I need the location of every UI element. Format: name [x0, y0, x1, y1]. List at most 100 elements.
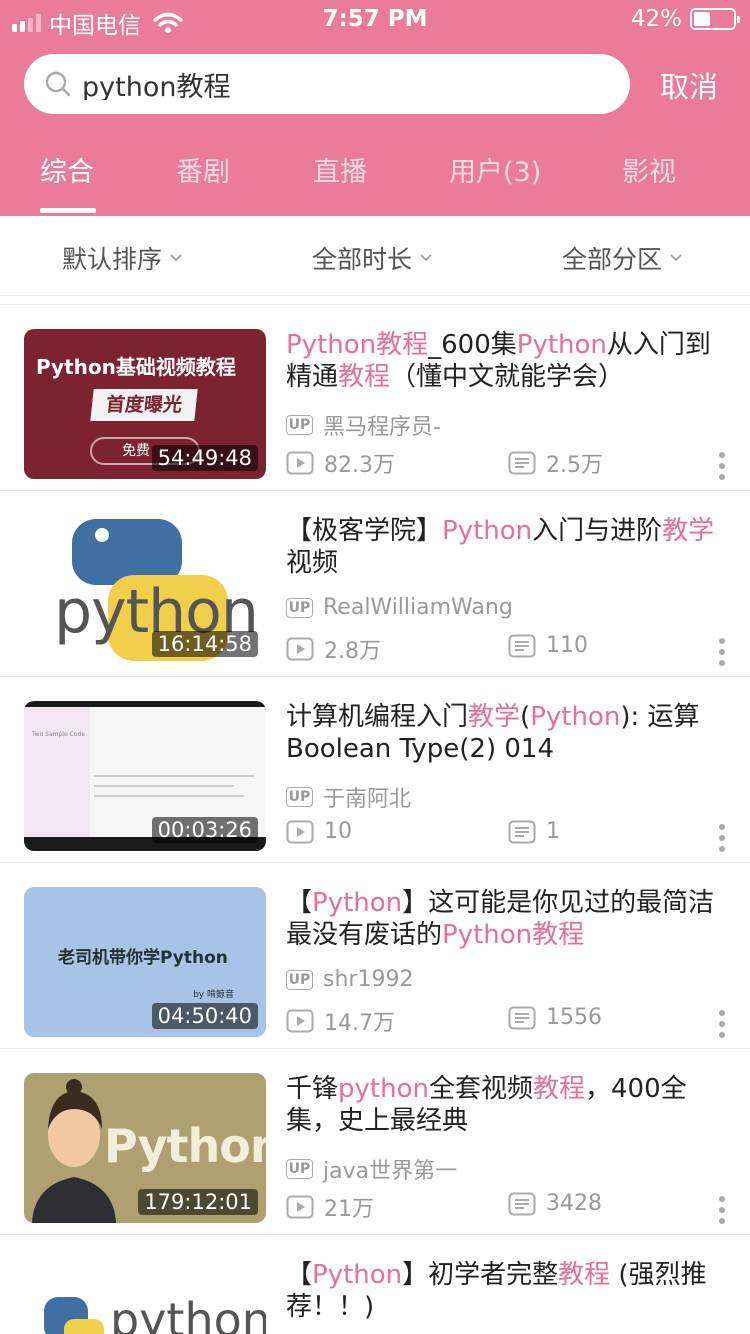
filter-bar: 默认排序 全部时长 全部分区	[0, 216, 750, 296]
video-title: 千锋python全套视频教程，400全集，史上最经典	[286, 1073, 726, 1137]
play-count: 10	[286, 819, 352, 844]
play-count: 82.3万	[286, 447, 395, 479]
cancel-button[interactable]: 取消	[660, 64, 718, 106]
title-text: 全套视频	[428, 1074, 533, 1104]
play-icon	[286, 1009, 314, 1033]
video-result-row[interactable]: Python基础视频教程 首度曝光 免费 54:49:48 Python教程_6…	[0, 305, 750, 491]
uploader-row[interactable]: UP shr1992	[286, 967, 413, 992]
video-thumbnail[interactable]: python 16:14:58	[24, 515, 266, 665]
video-result-row[interactable]: python 16:14:58 【极客学院】Python入门与进阶教学视频 UP…	[0, 491, 750, 677]
thumbnail-text: Python基础视频教程	[36, 355, 236, 379]
thumbnail-line	[94, 795, 244, 797]
more-options-icon[interactable]	[718, 1195, 726, 1225]
video-result-row[interactable]: Two Sample Code 00:03:26 计算机编程入门教学(Pytho…	[0, 677, 750, 863]
video-thumbnail[interactable]: python	[24, 1259, 266, 1334]
status-bar: 中国电信 7:57 PM 42%	[0, 0, 750, 40]
title-keyword-highlight: Python	[530, 702, 621, 732]
video-duration: 04:50:40	[151, 1003, 258, 1029]
title-text: 【	[286, 1260, 313, 1290]
sort-filter-label: 默认排序	[62, 245, 163, 274]
play-count-value: 10	[324, 819, 352, 844]
video-result-row[interactable]: Python 179:12:01 千锋python全套视频教程，400全集，史上…	[0, 1049, 750, 1235]
video-result-row[interactable]: 老司机带你学Python by 啃鲸音 04:50:40 【Python】这可能…	[0, 863, 750, 1049]
stats-row: 21万 3428	[286, 1191, 726, 1223]
thumbnail-text: Two Sample Code	[32, 731, 85, 738]
title-keyword-highlight: 教学	[468, 702, 521, 732]
video-title: 【极客学院】Python入门与进阶教学视频	[286, 515, 726, 579]
up-badge-icon: UP	[286, 597, 313, 618]
video-title: 【Python】这可能是你见过的最简洁最没有废话的Python教程	[286, 887, 726, 951]
tab-bangumi[interactable]: 番剧	[176, 150, 230, 189]
title-text: 千锋	[286, 1074, 339, 1104]
video-title: 计算机编程入门教学(Python): 运算Boolean Type(2) 014	[286, 701, 726, 765]
video-result-row[interactable]: python 【Python】初学者完整教程 (强烈推荐！！)	[0, 1235, 750, 1334]
duration-filter[interactable]: 全部时长	[312, 240, 432, 276]
video-title: 【Python】初学者完整教程 (强烈推荐！！)	[286, 1259, 726, 1323]
danmaku-count-value: 1	[546, 819, 560, 844]
more-options-icon[interactable]	[718, 823, 726, 853]
danmaku-count: 110	[508, 633, 588, 658]
title-keyword-highlight: Python	[516, 330, 607, 360]
uploader-name: shr1992	[323, 967, 414, 992]
video-duration: 16:14:58	[151, 631, 258, 657]
more-options-icon[interactable]	[718, 637, 726, 667]
tab-users[interactable]: 用户(3)	[449, 150, 541, 189]
sort-filter[interactable]: 默认排序	[62, 240, 182, 276]
battery-level	[694, 12, 710, 26]
thumbnail-line	[94, 775, 254, 777]
danmaku-count-value: 2.5万	[546, 453, 603, 478]
search-input[interactable]	[82, 68, 602, 100]
battery-icon	[690, 8, 740, 30]
play-count-value: 82.3万	[324, 453, 395, 478]
danmaku-icon	[508, 1192, 536, 1215]
uploader-row[interactable]: UP 黑马程序员-	[286, 409, 441, 441]
title-text: 计算机编程入门	[286, 702, 469, 732]
duration-filter-label: 全部时长	[312, 245, 413, 274]
stats-row: 82.3万 2.5万	[286, 447, 726, 479]
uploader-row[interactable]: UP RealWilliamWang	[286, 595, 513, 620]
play-count: 21万	[286, 1191, 374, 1223]
uploader-row[interactable]: UP java世界第一	[286, 1153, 457, 1185]
thumbnail-text: by 啃鲸音	[193, 990, 234, 1000]
title-keyword-highlight: Python	[312, 888, 403, 918]
video-thumbnail[interactable]: 老司机带你学Python by 啃鲸音 04:50:40	[24, 887, 266, 1037]
uploader-name: 于南阿北	[323, 787, 412, 812]
category-filter-label: 全部分区	[562, 245, 663, 274]
search-header: 中国电信 7:57 PM 42% 取消 综合 番剧 直播 用户(3) 影视	[0, 0, 750, 216]
chevron-down-icon	[420, 254, 432, 262]
title-keyword-highlight: 教程	[338, 362, 391, 392]
title-keyword-highlight: 教学	[662, 516, 715, 546]
title-keyword-highlight: Python	[312, 1260, 403, 1290]
danmaku-count: 2.5万	[508, 447, 603, 479]
play-count: 14.7万	[286, 1005, 395, 1037]
play-count: 2.8万	[286, 633, 381, 665]
danmaku-count-value: 1556	[546, 1005, 602, 1030]
title-keyword-highlight: 教程	[558, 1260, 611, 1290]
play-icon	[286, 820, 314, 843]
up-badge-icon: UP	[286, 1159, 313, 1179]
uploader-name: java世界第一	[323, 1159, 458, 1184]
play-count-value: 2.8万	[324, 639, 381, 664]
title-text: 视频	[286, 548, 339, 578]
video-thumbnail[interactable]: Python 179:12:01	[24, 1073, 266, 1223]
danmaku-count: 3428	[508, 1191, 602, 1216]
danmaku-count-value: 3428	[546, 1191, 602, 1216]
video-thumbnail[interactable]: Two Sample Code 00:03:26	[24, 701, 266, 851]
tab-live[interactable]: 直播	[313, 150, 367, 189]
search-box[interactable]	[24, 54, 630, 114]
title-text: (	[520, 702, 531, 732]
tab-all[interactable]: 综合	[40, 150, 94, 189]
thumbnail-sidebar	[24, 707, 90, 837]
uploader-row[interactable]: UP 于南阿北	[286, 781, 411, 813]
play-icon	[286, 637, 314, 661]
up-badge-icon: UP	[286, 787, 313, 807]
title-text: 】初学者完整	[402, 1260, 559, 1290]
uploader-name: 黑马程序员-	[323, 415, 441, 440]
thumbnail-text: python	[110, 1293, 266, 1334]
tab-movies[interactable]: 影视	[622, 150, 676, 189]
more-options-icon[interactable]	[718, 451, 726, 481]
video-thumbnail[interactable]: Python基础视频教程 首度曝光 免费 54:49:48	[24, 329, 266, 479]
more-options-icon[interactable]	[718, 1009, 726, 1039]
category-filter[interactable]: 全部分区	[562, 240, 682, 276]
video-duration: 54:49:48	[151, 445, 258, 471]
